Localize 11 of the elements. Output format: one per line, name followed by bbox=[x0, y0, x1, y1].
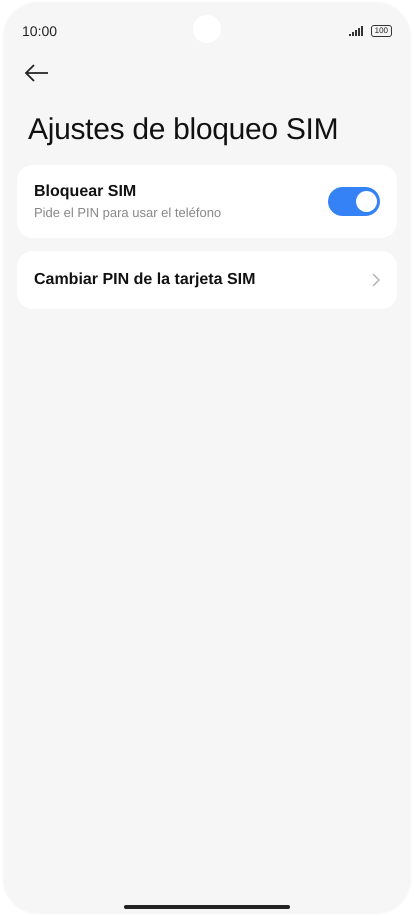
status-time: 10:00 bbox=[22, 23, 58, 39]
signal-icon bbox=[348, 26, 365, 36]
settings-card[interactable]: Bloquear SIM Pide el PIN para usar el teléfono bbox=[17, 165, 397, 238]
settings-card[interactable]: Cambiar PIN de la tarjeta SIM bbox=[17, 251, 397, 309]
chevron-right-icon bbox=[372, 273, 380, 287]
battery-icon: 100 bbox=[370, 25, 392, 37]
setting-label: Cambiar PIN de la tarjeta SIM bbox=[34, 271, 256, 289]
page-title: Ajustes de bloqueo SIM bbox=[28, 113, 340, 147]
setting-label: Bloquear SIM bbox=[34, 183, 138, 201]
toggle-switch[interactable] bbox=[328, 187, 380, 216]
setting-subtitle: Pide el PIN para usar el teléfono bbox=[34, 205, 222, 220]
